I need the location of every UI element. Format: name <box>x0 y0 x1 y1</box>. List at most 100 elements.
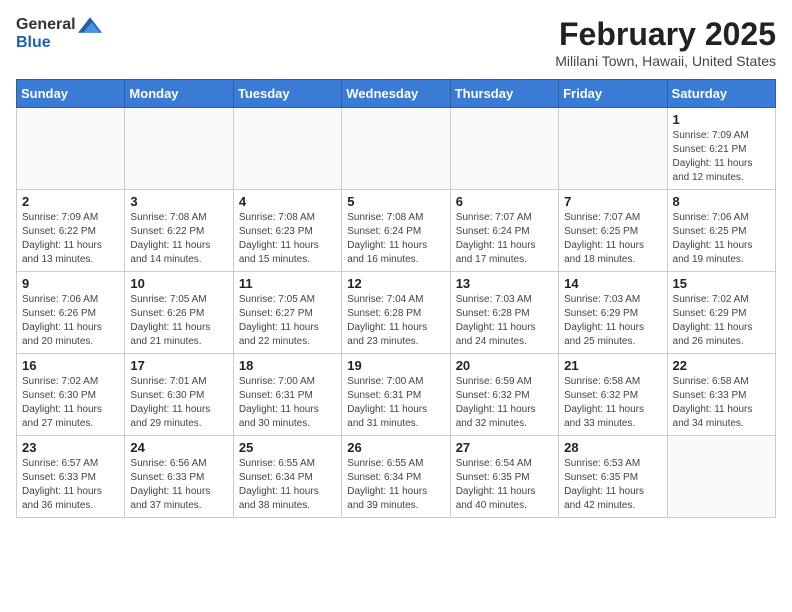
day-info: Sunrise: 7:09 AM Sunset: 6:21 PM Dayligh… <box>673 129 770 185</box>
day-info: Sunrise: 7:01 AM Sunset: 6:30 PM Dayligh… <box>130 375 227 431</box>
day-number: 15 <box>673 276 770 291</box>
calendar-cell: 28 Sunrise: 6:53 AM Sunset: 6:35 PM Dayli… <box>559 436 667 518</box>
calendar-cell: 8Sunrise: 7:06 AM Sunset: 6:25 PM Daylig… <box>667 190 775 272</box>
column-header-friday: Friday <box>559 80 667 108</box>
day-number: 20 <box>456 358 553 373</box>
calendar-table: SundayMondayTuesdayWednesdayThursdayFrid… <box>16 79 776 518</box>
day-info: Sunrise: 6:54 AM Sunset: 6:35 PM Dayligh… <box>456 457 553 513</box>
calendar-cell <box>667 436 775 518</box>
day-number: 1 <box>673 112 770 127</box>
calendar-cell: 24Sunrise: 6:56 AM Sunset: 6:33 PM Dayli… <box>125 436 233 518</box>
calendar-cell <box>559 108 667 190</box>
month-year-title: February 2025 <box>555 16 776 53</box>
page-header: General Blue February 2025 Mililani Town… <box>16 16 776 69</box>
day-info: Sunrise: 6:57 AM Sunset: 6:33 PM Dayligh… <box>22 457 119 513</box>
calendar-cell: 21 Sunrise: 6:58 AM Sunset: 6:32 PM Dayli… <box>559 354 667 436</box>
day-info: Sunrise: 7:07 AM Sunset: 6:24 PM Dayligh… <box>456 211 553 267</box>
day-number: 23 <box>22 440 119 455</box>
day-number: 21 <box>564 358 661 373</box>
day-info: Sunrise: 7:00 AM Sunset: 6:31 PM Dayligh… <box>347 375 444 431</box>
day-number: 14 <box>564 276 661 291</box>
day-info: Sunrise: 7:08 AM Sunset: 6:23 PM Dayligh… <box>239 211 336 267</box>
day-number: 12 <box>347 276 444 291</box>
day-info: Sunrise: 6:58 AM Sunset: 6:33 PM Dayligh… <box>673 375 770 431</box>
calendar-week-4: 16 Sunrise: 7:02 AM Sunset: 6:30 PM Dayli… <box>17 354 776 436</box>
location-subtitle: Mililani Town, Hawaii, United States <box>555 53 776 69</box>
calendar-cell: 22 Sunrise: 6:58 AM Sunset: 6:33 PM Dayli… <box>667 354 775 436</box>
day-info: Sunrise: 6:55 AM Sunset: 6:34 PM Dayligh… <box>347 457 444 513</box>
calendar-cell: 26 Sunrise: 6:55 AM Sunset: 6:34 PM Dayli… <box>342 436 450 518</box>
day-number: 3 <box>130 194 227 209</box>
day-number: 26 <box>347 440 444 455</box>
day-info: Sunrise: 7:03 AM Sunset: 6:28 PM Dayligh… <box>456 293 553 349</box>
day-number: 24 <box>130 440 227 455</box>
column-header-thursday: Thursday <box>450 80 558 108</box>
calendar-week-5: 23 Sunrise: 6:57 AM Sunset: 6:33 PM Dayli… <box>17 436 776 518</box>
day-info: Sunrise: 7:00 AM Sunset: 6:31 PM Dayligh… <box>239 375 336 431</box>
calendar-cell: 10Sunrise: 7:05 AM Sunset: 6:26 PM Dayli… <box>125 272 233 354</box>
day-info: Sunrise: 7:02 AM Sunset: 6:29 PM Dayligh… <box>673 293 770 349</box>
day-number: 5 <box>347 194 444 209</box>
day-number: 10 <box>130 276 227 291</box>
day-number: 6 <box>456 194 553 209</box>
day-number: 18 <box>239 358 336 373</box>
calendar-cell: 16 Sunrise: 7:02 AM Sunset: 6:30 PM Dayli… <box>17 354 125 436</box>
calendar-cell: 7 Sunrise: 7:07 AM Sunset: 6:25 PM Daylig… <box>559 190 667 272</box>
title-section: February 2025 Mililani Town, Hawaii, Uni… <box>555 16 776 69</box>
calendar-cell: 4Sunrise: 7:08 AM Sunset: 6:23 PM Daylig… <box>233 190 341 272</box>
calendar-cell: 12 Sunrise: 7:04 AM Sunset: 6:28 PM Dayli… <box>342 272 450 354</box>
day-number: 16 <box>22 358 119 373</box>
logo-general-text: General <box>16 16 76 34</box>
day-number: 28 <box>564 440 661 455</box>
logo-blue-text: Blue <box>16 34 51 52</box>
column-header-tuesday: Tuesday <box>233 80 341 108</box>
calendar-cell: 6 Sunrise: 7:07 AM Sunset: 6:24 PM Daylig… <box>450 190 558 272</box>
day-number: 19 <box>347 358 444 373</box>
calendar-cell: 19 Sunrise: 7:00 AM Sunset: 6:31 PM Dayli… <box>342 354 450 436</box>
calendar-week-2: 2 Sunrise: 7:09 AM Sunset: 6:22 PM Daylig… <box>17 190 776 272</box>
day-info: Sunrise: 6:58 AM Sunset: 6:32 PM Dayligh… <box>564 375 661 431</box>
calendar-cell: 2 Sunrise: 7:09 AM Sunset: 6:22 PM Daylig… <box>17 190 125 272</box>
calendar-cell <box>233 108 341 190</box>
day-number: 9 <box>22 276 119 291</box>
day-info: Sunrise: 6:59 AM Sunset: 6:32 PM Dayligh… <box>456 375 553 431</box>
calendar-cell: 3 Sunrise: 7:08 AM Sunset: 6:22 PM Daylig… <box>125 190 233 272</box>
calendar-cell <box>125 108 233 190</box>
day-info: Sunrise: 6:53 AM Sunset: 6:35 PM Dayligh… <box>564 457 661 513</box>
calendar-cell: 13 Sunrise: 7:03 AM Sunset: 6:28 PM Dayli… <box>450 272 558 354</box>
column-header-monday: Monday <box>125 80 233 108</box>
day-number: 2 <box>22 194 119 209</box>
calendar-cell <box>342 108 450 190</box>
day-number: 11 <box>239 276 336 291</box>
day-number: 22 <box>673 358 770 373</box>
day-number: 17 <box>130 358 227 373</box>
calendar-cell <box>450 108 558 190</box>
calendar-cell: 25Sunrise: 6:55 AM Sunset: 6:34 PM Dayli… <box>233 436 341 518</box>
day-info: Sunrise: 7:08 AM Sunset: 6:22 PM Dayligh… <box>130 211 227 267</box>
day-info: Sunrise: 7:09 AM Sunset: 6:22 PM Dayligh… <box>22 211 119 267</box>
calendar-week-3: 9 Sunrise: 7:06 AM Sunset: 6:26 PM Daylig… <box>17 272 776 354</box>
day-info: Sunrise: 7:05 AM Sunset: 6:27 PM Dayligh… <box>239 293 336 349</box>
calendar-cell: 11 Sunrise: 7:05 AM Sunset: 6:27 PM Dayli… <box>233 272 341 354</box>
calendar-cell: 15 Sunrise: 7:02 AM Sunset: 6:29 PM Dayli… <box>667 272 775 354</box>
calendar-cell: 20 Sunrise: 6:59 AM Sunset: 6:32 PM Dayli… <box>450 354 558 436</box>
day-info: Sunrise: 7:04 AM Sunset: 6:28 PM Dayligh… <box>347 293 444 349</box>
day-info: Sunrise: 7:08 AM Sunset: 6:24 PM Dayligh… <box>347 211 444 267</box>
day-info: Sunrise: 7:02 AM Sunset: 6:30 PM Dayligh… <box>22 375 119 431</box>
day-info: Sunrise: 7:07 AM Sunset: 6:25 PM Dayligh… <box>564 211 661 267</box>
day-info: Sunrise: 7:03 AM Sunset: 6:29 PM Dayligh… <box>564 293 661 349</box>
logo-icon <box>78 17 102 33</box>
column-header-sunday: Sunday <box>17 80 125 108</box>
day-number: 7 <box>564 194 661 209</box>
calendar-cell: 5 Sunrise: 7:08 AM Sunset: 6:24 PM Daylig… <box>342 190 450 272</box>
day-number: 8 <box>673 194 770 209</box>
calendar-cell: 17 Sunrise: 7:01 AM Sunset: 6:30 PM Dayli… <box>125 354 233 436</box>
calendar-cell: 14 Sunrise: 7:03 AM Sunset: 6:29 PM Dayli… <box>559 272 667 354</box>
day-number: 27 <box>456 440 553 455</box>
calendar-cell: 9 Sunrise: 7:06 AM Sunset: 6:26 PM Daylig… <box>17 272 125 354</box>
day-info: Sunrise: 7:06 AM Sunset: 6:26 PM Dayligh… <box>22 293 119 349</box>
calendar-cell: 23 Sunrise: 6:57 AM Sunset: 6:33 PM Dayli… <box>17 436 125 518</box>
calendar-cell <box>17 108 125 190</box>
day-number: 13 <box>456 276 553 291</box>
calendar-cell: 27 Sunrise: 6:54 AM Sunset: 6:35 PM Dayli… <box>450 436 558 518</box>
